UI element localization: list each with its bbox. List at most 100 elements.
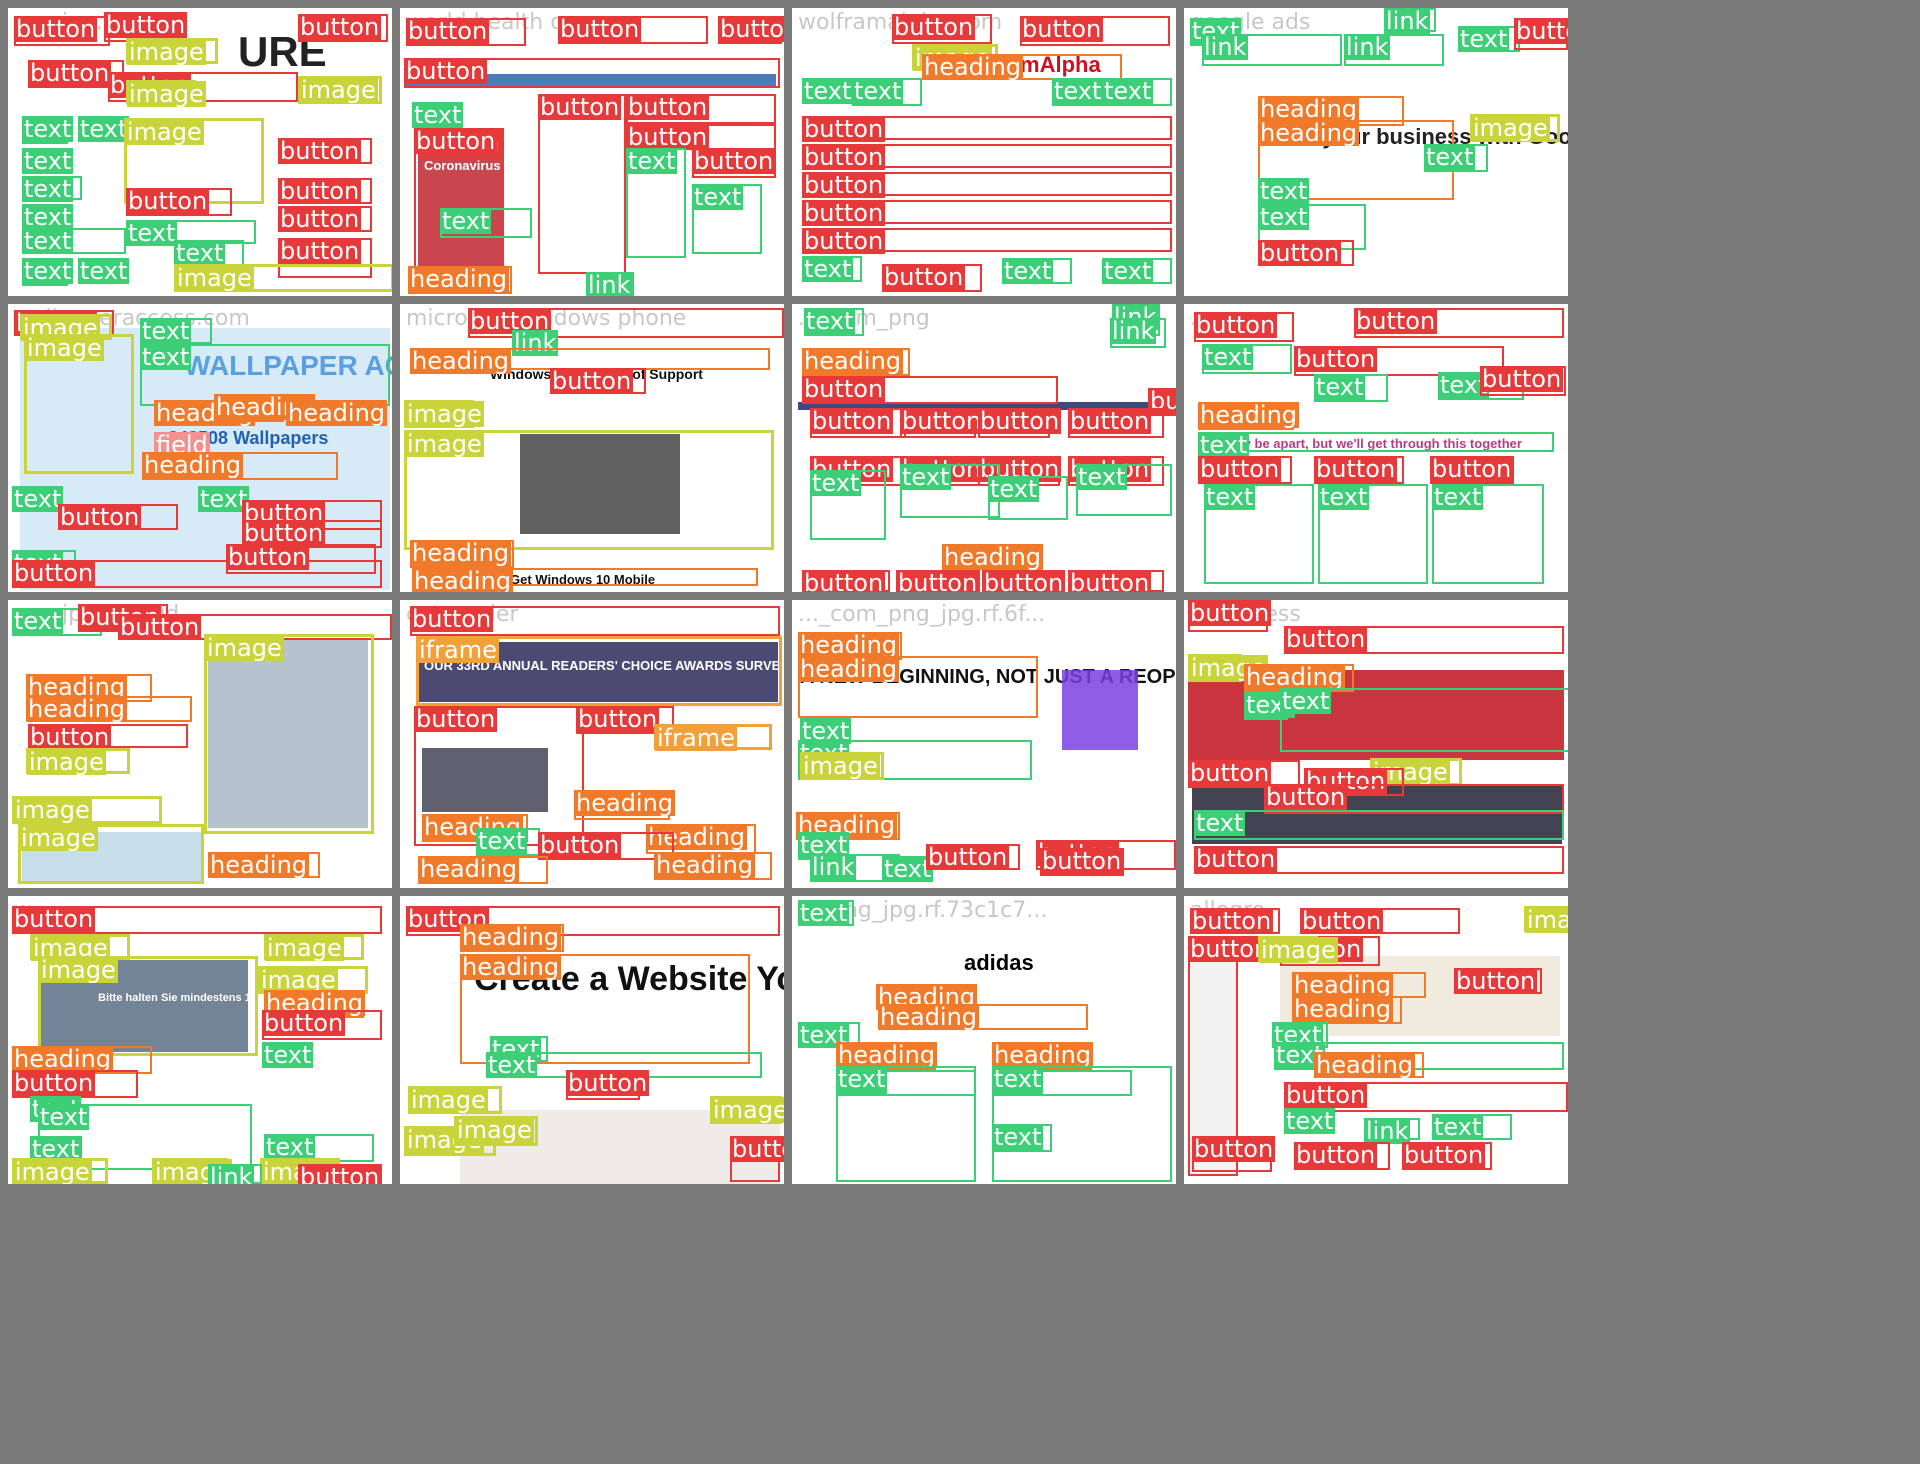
button-annotation-label: button (802, 375, 886, 403)
image-annotation-label: image (125, 118, 204, 146)
text-annotation-box: text (802, 256, 862, 282)
image-annotation-label: image (299, 76, 378, 104)
screenshot-tile: world health org Coronavirus disease (COV… (400, 8, 784, 296)
text-annotation-label: text (140, 317, 192, 345)
button-annotation-box: button (978, 408, 1062, 438)
text-annotation-box: text (882, 856, 934, 882)
heading-annotation-label: heading (410, 347, 512, 375)
heading-annotation-label: heading (460, 953, 562, 981)
text-annotation-box: text (1202, 344, 1292, 374)
image-annotation-box: image (404, 430, 774, 550)
button-annotation-label: button (1402, 1141, 1486, 1169)
heading-annotation-label: heading (142, 451, 244, 479)
image-annotation-label: image (409, 1086, 488, 1114)
button-annotation-label: button (802, 115, 886, 143)
heading-annotation-box: heading (574, 790, 676, 820)
button-annotation-box: button (1188, 600, 1272, 632)
text-annotation-label: text (140, 343, 192, 371)
text-annotation-label: text (992, 1065, 1044, 1093)
heading-annotation-label: heading (418, 855, 520, 883)
button-annotation-label: button (730, 1136, 784, 1162)
button-annotation-label: button (982, 570, 1066, 592)
heading-annotation-label: heading (574, 789, 676, 817)
link-annotation-label: link (1202, 33, 1249, 61)
text-annotation-label: text (1432, 1113, 1484, 1141)
image-annotation-label: image (205, 634, 284, 662)
text-annotation-label: text (1102, 257, 1154, 285)
button-annotation-box: button (982, 570, 1066, 592)
button-annotation-box: button (730, 1136, 784, 1182)
button-annotation-box: button (802, 144, 1172, 170)
button-annotation-box: button (278, 138, 372, 164)
text-annotation-box: text (1204, 484, 1314, 584)
button-annotation-box: button (802, 376, 1058, 404)
button-annotation-label: button (1284, 625, 1368, 653)
content-text: adidas (964, 950, 1034, 975)
image-annotation-label: image (1525, 907, 1568, 933)
button-annotation-label: button (558, 15, 642, 43)
text-annotation-label: text (852, 77, 904, 105)
button-annotation-box: button (298, 1164, 382, 1184)
button-annotation-label: button (226, 543, 310, 571)
text-annotation-label: text (988, 475, 1040, 503)
button-annotation-box: button (1284, 626, 1564, 654)
text-annotation-box: text (22, 258, 74, 286)
heading-annotation-box: heading (878, 1004, 1088, 1030)
text-annotation-box: text (798, 900, 854, 926)
button-annotation-label: button (414, 705, 498, 733)
link-annotation-box: link (1364, 1118, 1420, 1144)
button-annotation-box: button (404, 58, 780, 88)
text-annotation-label: text (1318, 483, 1370, 511)
heading-annotation-box: heading (208, 852, 320, 878)
text-annotation-box: text (440, 208, 532, 238)
text-annotation-label: text (22, 147, 74, 175)
button-annotation-box: button (1430, 456, 1514, 484)
button-annotation-box: button (1300, 908, 1460, 934)
text-annotation-label: text (22, 115, 74, 143)
button-annotation-label: button (278, 177, 362, 205)
text-annotation-label: text (174, 239, 226, 267)
screenshot-tile: ..._png_jpg.rf.73c1c7... adidas text headin… (792, 896, 1176, 1184)
text-annotation-box: text (476, 828, 540, 856)
text-annotation-box: text (1194, 810, 1564, 840)
button-annotation-box: button (126, 188, 232, 216)
button-annotation-label: button (1284, 1081, 1368, 1109)
button-annotation-box: button (882, 264, 982, 292)
link-annotation-label: link (208, 1164, 255, 1184)
text-annotation-box: text (262, 1042, 314, 1068)
button-annotation-label: button (566, 1069, 650, 1097)
button-annotation-box: button (1020, 16, 1170, 46)
button-annotation-box: button (406, 18, 526, 46)
button-annotation-label: button (278, 137, 362, 165)
button-annotation-box: button (1198, 456, 1292, 484)
image-annotation-label: image (27, 748, 106, 776)
heading-annotation-box: heading (1292, 996, 1402, 1024)
button-annotation-label: button (896, 570, 980, 592)
text-annotation-box: text (1102, 78, 1172, 106)
button-annotation-box: button (896, 570, 980, 592)
image-annotation-box: image (38, 956, 258, 1056)
button-annotation-box: button (538, 94, 626, 274)
text-annotation-label: text (810, 469, 862, 497)
button-annotation-label: button (278, 205, 362, 233)
text-annotation-label: text (1258, 177, 1310, 205)
button-annotation-box: button (12, 906, 382, 934)
button-annotation-box: button (1454, 968, 1542, 994)
text-annotation-label: text (486, 1051, 538, 1079)
text-annotation-label: text (836, 1065, 888, 1093)
button-annotation-label: button (550, 367, 634, 395)
button-annotation-label: button (126, 187, 210, 215)
text-annotation-box: text (1102, 258, 1172, 284)
text-annotation-label: text (476, 827, 528, 855)
button-annotation-box: button (1258, 240, 1354, 266)
link-annotation-label: link (586, 271, 633, 296)
image-annotation-box: image (298, 76, 382, 104)
button-annotation-label: button (900, 407, 984, 435)
image-annotation-box: image (1524, 906, 1568, 933)
text-annotation-label: text (12, 485, 64, 513)
image-annotation-box: image (174, 264, 392, 292)
heading-annotation-label: heading (412, 567, 514, 592)
button-annotation-label: button (538, 93, 622, 121)
heading-annotation-label: heading (798, 655, 900, 683)
button-annotation-box: button (802, 570, 890, 592)
